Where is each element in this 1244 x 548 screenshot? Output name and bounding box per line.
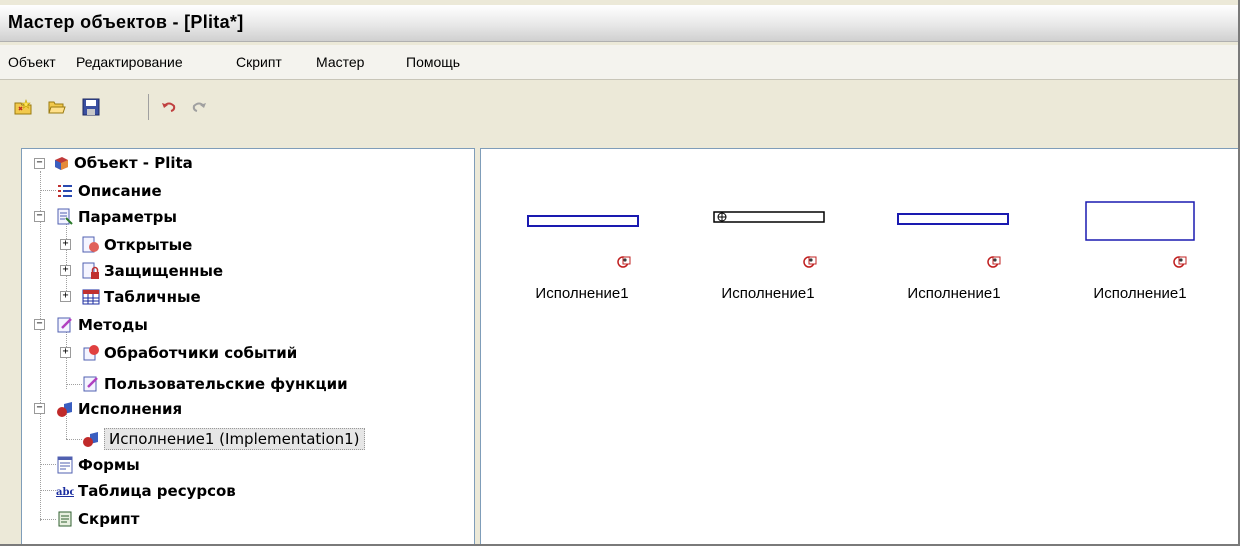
toolbar [10,90,230,130]
expander-root[interactable]: − [34,158,45,169]
parameters-icon [57,208,73,225]
tree-node-parameters[interactable]: Параметры [56,204,177,230]
object-tree: − Объект - Plita Описание − Параметры + … [21,148,475,544]
protected-params-icon [82,262,99,279]
new-object-icon [14,99,32,115]
expander-implementations[interactable]: − [34,403,45,414]
new-object-button[interactable] [10,94,36,120]
script-icon [58,511,72,527]
tree-line [40,490,56,491]
implementation-label: Исполнение1 [721,285,815,302]
expander-open[interactable]: + [60,239,71,250]
insertion-point-icon [617,256,631,268]
methods-icon [57,317,72,333]
implementation-label: Исполнение1 [907,285,1001,302]
resource-table-icon: abc [56,487,74,498]
open-folder-icon [48,101,66,114]
implementation-preview[interactable]: Исполнение1 [703,189,833,309]
tree-node-event-handlers[interactable]: Обработчики событий [82,340,297,366]
redo-button[interactable] [186,94,212,120]
implementation-preview[interactable]: Исполнение1 [1075,189,1205,309]
menu-wizard[interactable]: Мастер [316,54,364,70]
insertion-point-icon [987,256,1001,268]
tree-node-forms[interactable]: Формы [56,452,140,478]
tree-node-label: Защищенные [104,262,224,280]
list-icon [58,185,72,197]
object-icon [55,157,68,170]
menu-bar: Объект Редактирование Скрипт Мастер Помо… [0,45,1238,80]
tree-node-implementations[interactable]: Исполнения [56,396,182,422]
tree-node-protected[interactable]: Защищенные [82,258,223,284]
plate-shape [527,215,639,227]
expander-tabular[interactable]: + [60,291,71,302]
open-button[interactable] [44,94,70,120]
menu-help[interactable]: Помощь [406,54,460,70]
tree-line [40,519,56,520]
open-params-icon [82,236,99,253]
implementation-label: Исполнение1 [535,285,629,302]
forms-icon [57,456,73,474]
expander-parameters[interactable]: − [34,211,45,222]
plate-shape [713,211,825,223]
tree-node-description[interactable]: Описание [56,178,162,204]
tree-node-root[interactable]: Объект - Plita [52,150,193,176]
undo-icon [162,102,176,112]
tree-node-methods[interactable]: Методы [56,312,148,338]
menu-edit[interactable]: Редактирование [76,54,183,70]
tree-node-script[interactable]: Скрипт [56,506,140,532]
tree-node-label: Обработчики событий [104,344,298,362]
implementation-icon [83,432,98,447]
tree-node-label: Исполнение1 (Implementation1) [104,428,365,450]
title-bar[interactable]: Мастер объектов - [Plita*] [0,5,1238,42]
tree-node-label: Открытые [104,236,193,254]
implementations-canvas: Исполнение1 Исполнение1 Исполнение1 Испо… [480,148,1238,544]
tree-node-implementation1[interactable]: Исполнение1 (Implementation1) [82,426,365,452]
tree-line [66,384,82,385]
menu-object[interactable]: Объект [8,54,56,70]
tree-node-label: Методы [78,316,148,334]
table-icon [82,289,100,305]
toolbar-separator [148,94,149,120]
tree-line [40,171,41,521]
tree-line [40,190,56,191]
tree-line [66,439,82,440]
tree-node-label: Описание [78,182,162,200]
event-handlers-icon [83,345,99,361]
implementation-preview[interactable]: Исполнение1 [517,189,647,309]
tree-node-label: Табличные [104,288,201,306]
plate-shape [1085,201,1195,241]
tree-node-label: Пользовательские функции [104,375,348,393]
undo-button[interactable] [156,94,182,120]
tree-node-tabular[interactable]: Табличные [82,284,201,310]
implementations-icon [57,402,72,417]
window-title: Мастер объектов - [Plita*] [8,12,244,32]
menu-script[interactable]: Скрипт [236,54,282,70]
redo-icon [192,102,206,112]
expander-event-handlers[interactable]: + [60,347,71,358]
tree-node-label: Параметры [78,208,177,226]
object-wizard-window: Мастер объектов - [Plita*] Объект Редакт… [0,0,1240,546]
tree-node-label: Исполнения [78,400,183,418]
user-functions-icon [83,376,98,392]
tree-node-resource-table[interactable]: abc Таблица ресурсов [56,478,236,504]
svg-text:abc: abc [56,487,74,498]
tree-line [66,223,67,297]
tree-node-label: Скрипт [78,510,140,528]
tree-node-label: Объект - Plita [74,154,193,172]
expander-protected[interactable]: + [60,265,71,276]
tree-line [66,329,67,389]
tree-node-open[interactable]: Открытые [82,232,192,258]
insertion-point-icon [803,256,817,268]
tree-node-label: Таблица ресурсов [78,482,236,500]
tree-line [40,464,56,465]
plate-shape [897,213,1009,225]
implementation-preview[interactable]: Исполнение1 [889,189,1019,309]
implementation-label: Исполнение1 [1093,285,1187,302]
save-button[interactable] [78,94,104,120]
save-icon [82,98,100,116]
tree-node-label: Формы [78,456,140,474]
expander-methods[interactable]: − [34,319,45,330]
insertion-point-icon [1173,256,1187,268]
tree-node-user-functions[interactable]: Пользовательские функции [82,371,348,397]
